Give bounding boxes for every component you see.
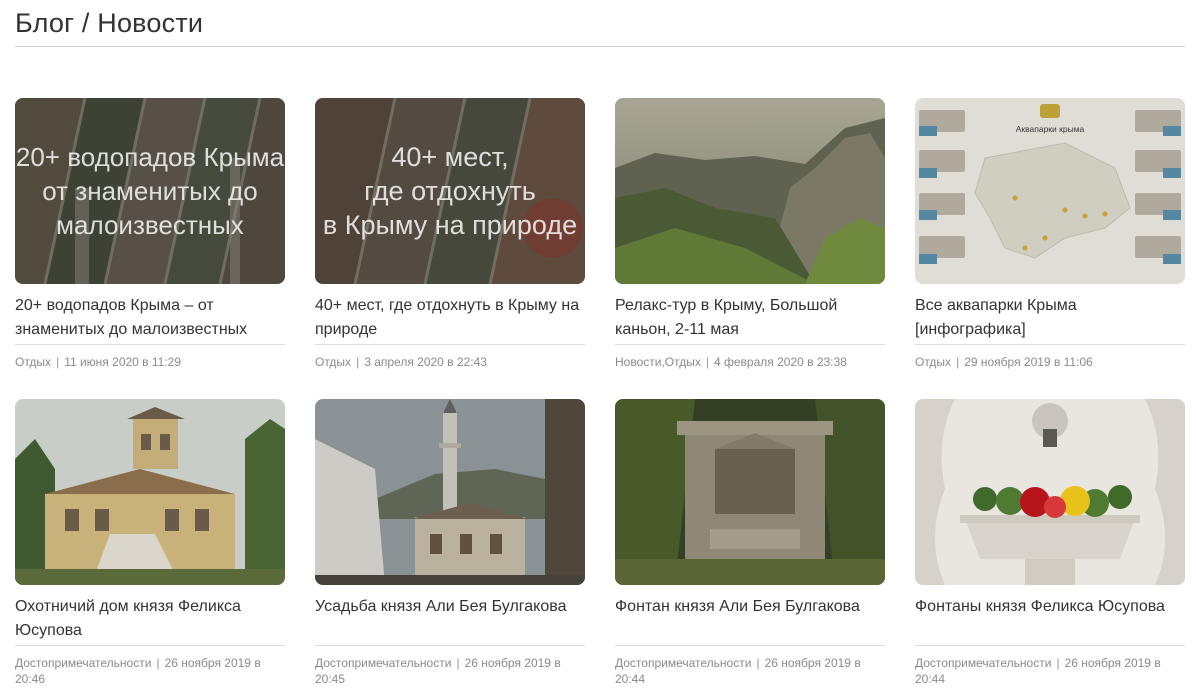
meta-separator: |: [756, 656, 760, 670]
post-card: Усадьба князя Али Бея Булгакова Достопри…: [315, 399, 585, 687]
post-meta: Достопримечательности | 26 ноября 2019 в 2…: [315, 655, 585, 687]
post-meta: Отдых | 3 апреля 2020 в 22:43: [315, 354, 585, 370]
post-meta: Новости,Отдых | 4 февраля 2020 в 23:38: [615, 354, 885, 370]
post-thumbnail-fountains[interactable]: [915, 399, 1185, 585]
meta-separator: |: [1056, 656, 1060, 670]
post-meta: Отдых | 29 ноября 2019 в 11:06: [915, 354, 1185, 370]
post-card: Фонтаны князя Феликса Юсупова Достоприме…: [915, 399, 1185, 687]
post-meta: Достопримечательности | 26 ноября 2019 в 2…: [615, 655, 885, 687]
post-thumbnail-waterfalls[interactable]: 20+ водопадов Крыма от знаменитых до мал…: [15, 98, 285, 284]
page-title: Блог / Новости: [15, 8, 204, 38]
post-card: Аквапарки крыма Все аквапарки Крыма [инф…: [915, 98, 1185, 370]
card-divider: [15, 645, 285, 646]
stone-fountain-photo-image: [615, 399, 885, 585]
post-thumbnail-estate[interactable]: [315, 399, 585, 585]
post-thumbnail-hunting-house[interactable]: [15, 399, 285, 585]
hunting-house-photo-image: [15, 399, 285, 585]
meta-separator: |: [56, 355, 60, 369]
meta-separator: |: [156, 656, 160, 670]
flower-fountain-photo-image: [915, 399, 1185, 585]
card-divider: [915, 645, 1185, 646]
post-title-link[interactable]: Фонтаны князя Феликса Юсупова: [915, 595, 1185, 643]
post-meta: Достопримечательности | 26 ноября 2019 в 2…: [915, 655, 1185, 687]
card-divider: [15, 344, 285, 345]
post-title-link[interactable]: Фонтан князя Али Бея Булгакова: [615, 595, 885, 643]
thumbnail-caption: 40+ мест, где отдохнуть в Крыму на приро…: [322, 142, 578, 240]
post-title-link[interactable]: 40+ мест, где отдохнуть в Крыму на приро…: [315, 294, 585, 342]
post-date: 29 ноября 2019 в 11:06: [964, 355, 1093, 369]
post-card: Фонтан князя Али Бея Булгакова Достоприм…: [615, 399, 885, 687]
post-title-link[interactable]: Релакс-тур в Крыму, Большой каньон, 2-11…: [615, 294, 885, 342]
post-title-link[interactable]: Усадьба князя Али Бея Булгакова: [315, 595, 585, 643]
post-category-link[interactable]: Отдых: [15, 355, 51, 369]
card-divider: [315, 645, 585, 646]
post-category-link[interactable]: Достопримечательности: [915, 656, 1051, 670]
post-category-link[interactable]: Достопримечательности: [615, 656, 751, 670]
post-category-link[interactable]: Новости,Отдых: [615, 355, 701, 369]
post-card: 20+ водопадов Крыма от знаменитых до мал…: [15, 98, 285, 370]
post-date: 3 апреля 2020 в 22:43: [364, 355, 487, 369]
post-thumbnail-aquaparks[interactable]: Аквапарки крыма: [915, 98, 1185, 284]
post-meta: Отдых | 11 июня 2020 в 11:29: [15, 354, 285, 370]
thumbnail-caption: 20+ водопадов Крыма от знаменитых до мал…: [15, 142, 285, 240]
post-title-link[interactable]: 20+ водопадов Крыма – от знаменитых до м…: [15, 294, 285, 342]
meta-separator: |: [705, 355, 709, 369]
post-card: Охотничий дом князя Феликса Юсупова Дост…: [15, 399, 285, 687]
canyon-photo-image: [615, 98, 885, 284]
post-thumbnail-canyon[interactable]: [615, 98, 885, 284]
post-title-link[interactable]: Все аквапарки Крыма [инфографика]: [915, 294, 1185, 342]
card-divider: [315, 344, 585, 345]
post-date: 11 июня 2020 в 11:29: [64, 355, 182, 369]
meta-separator: |: [356, 355, 360, 369]
post-category-link[interactable]: Достопримечательности: [15, 656, 151, 670]
title-divider: [15, 46, 1185, 47]
post-card: Релакс-тур в Крыму, Большой каньон, 2-11…: [615, 98, 885, 370]
post-card: 40+ мест, где отдохнуть в Крыму на приро…: [315, 98, 585, 370]
card-divider: [915, 344, 1185, 345]
post-thumbnail-fountain[interactable]: [615, 399, 885, 585]
card-divider: [615, 344, 885, 345]
post-category-link[interactable]: Отдых: [315, 355, 351, 369]
post-title-link[interactable]: Охотничий дом князя Феликса Юсупова: [15, 595, 285, 643]
meta-separator: |: [956, 355, 960, 369]
post-meta: Достопримечательности | 26 ноября 2019 в 2…: [15, 655, 285, 687]
post-category-link[interactable]: Отдых: [915, 355, 951, 369]
post-category-link[interactable]: Достопримечательности: [315, 656, 451, 670]
card-divider: [615, 645, 885, 646]
meta-separator: |: [456, 656, 460, 670]
post-thumbnail-nature[interactable]: 40+ мест, где отдохнуть в Крыму на приро…: [315, 98, 585, 284]
post-date: 4 февраля 2020 в 23:38: [713, 355, 847, 369]
aquaparks-infographic-image: Аквапарки крыма: [915, 98, 1185, 284]
minaret-photo-image: [315, 399, 585, 585]
